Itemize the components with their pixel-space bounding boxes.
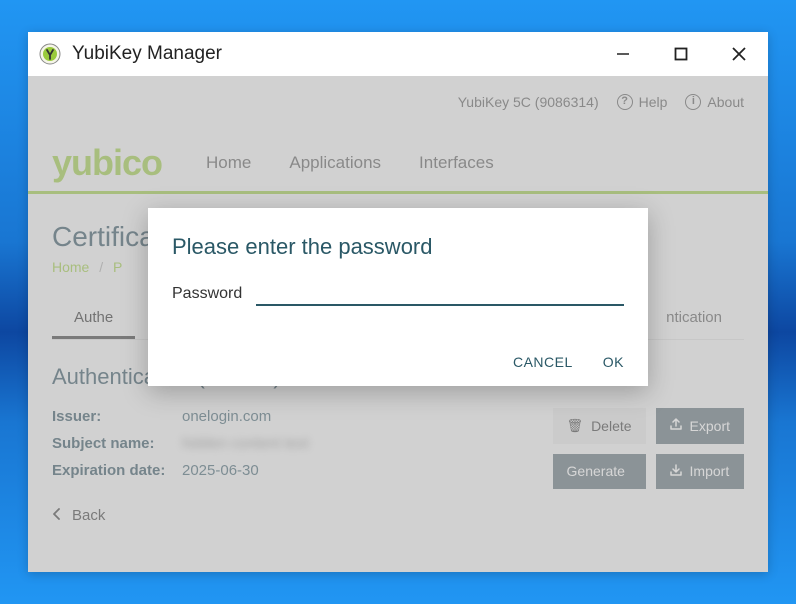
help-link[interactable]: ? Help — [617, 94, 668, 110]
tab-other[interactable]: ntication — [644, 299, 744, 339]
help-icon: ? — [617, 94, 633, 110]
details-left: Issuer: onelogin.com Subject name: hidde… — [52, 408, 553, 489]
breadcrumb-sep: / — [99, 259, 103, 275]
window-controls — [594, 32, 768, 76]
delete-label: Delete — [591, 418, 631, 434]
maximize-button[interactable] — [652, 32, 710, 76]
dialog-title: Please enter the password — [172, 234, 624, 260]
minimize-button[interactable] — [594, 32, 652, 76]
ok-button[interactable]: OK — [603, 354, 624, 370]
breadcrumb-next[interactable]: P — [113, 259, 122, 275]
close-button[interactable] — [710, 32, 768, 76]
import-label: Import — [690, 463, 730, 479]
minimize-icon — [616, 47, 630, 61]
breadcrumb-home[interactable]: Home — [52, 259, 89, 275]
issuer-value: onelogin.com — [182, 408, 271, 425]
desktop-background: YubiKey Manager YubiKey 5C (9086314) ? H… — [0, 0, 796, 604]
trash-icon: 🗑 — [567, 418, 584, 434]
import-button[interactable]: Import — [656, 454, 744, 490]
delete-button[interactable]: 🗑 Delete — [553, 408, 646, 444]
password-row: Password — [172, 282, 624, 306]
export-label: Export — [690, 418, 730, 434]
cert-actions: 🗑 Delete Export Generate — [553, 408, 744, 489]
expiry-row: Expiration date: 2025-06-30 — [52, 462, 553, 479]
tab-authentication[interactable]: Authe — [52, 299, 135, 339]
nav-applications[interactable]: Applications — [289, 153, 381, 173]
about-link[interactable]: i About — [685, 94, 744, 110]
export-button[interactable]: Export — [656, 408, 744, 444]
dialog-actions: CANCEL OK — [172, 354, 624, 370]
info-icon: i — [685, 94, 701, 110]
cancel-button[interactable]: CANCEL — [513, 354, 573, 370]
about-label: About — [707, 94, 744, 110]
back-button[interactable]: Back — [52, 507, 744, 524]
app-window: YubiKey Manager YubiKey 5C (9086314) ? H… — [28, 32, 768, 572]
yubico-logo: yubico — [52, 142, 162, 184]
password-dialog: Please enter the password Password CANCE… — [148, 208, 648, 386]
expiry-label: Expiration date: — [52, 462, 182, 479]
generate-button[interactable]: Generate — [553, 454, 646, 490]
export-icon — [670, 418, 682, 433]
issuer-row: Issuer: onelogin.com — [52, 408, 553, 425]
import-icon — [670, 464, 682, 479]
expiry-value: 2025-06-30 — [182, 462, 259, 479]
subject-value: hidden content text — [182, 435, 309, 452]
password-input[interactable] — [256, 282, 624, 306]
help-label: Help — [639, 94, 668, 110]
issuer-label: Issuer: — [52, 408, 182, 425]
window-title: YubiKey Manager — [72, 43, 594, 65]
maximize-icon — [674, 47, 688, 61]
nav-interfaces[interactable]: Interfaces — [419, 153, 494, 173]
yubikey-app-icon — [38, 42, 62, 66]
chevron-left-icon — [52, 507, 62, 524]
back-label: Back — [72, 507, 105, 524]
close-icon — [732, 47, 746, 61]
nav-row: yubico Home Applications Interfaces — [28, 134, 768, 194]
generate-label: Generate — [567, 463, 625, 479]
details-row: Issuer: onelogin.com Subject name: hidde… — [52, 408, 744, 489]
nav-home[interactable]: Home — [206, 153, 251, 173]
titlebar: YubiKey Manager — [28, 32, 768, 76]
subject-label: Subject name: — [52, 435, 182, 452]
subject-row: Subject name: hidden content text — [52, 435, 553, 452]
device-label: YubiKey 5C (9086314) — [458, 94, 599, 110]
password-label: Password — [172, 285, 242, 303]
top-links: YubiKey 5C (9086314) ? Help i About — [458, 94, 744, 110]
